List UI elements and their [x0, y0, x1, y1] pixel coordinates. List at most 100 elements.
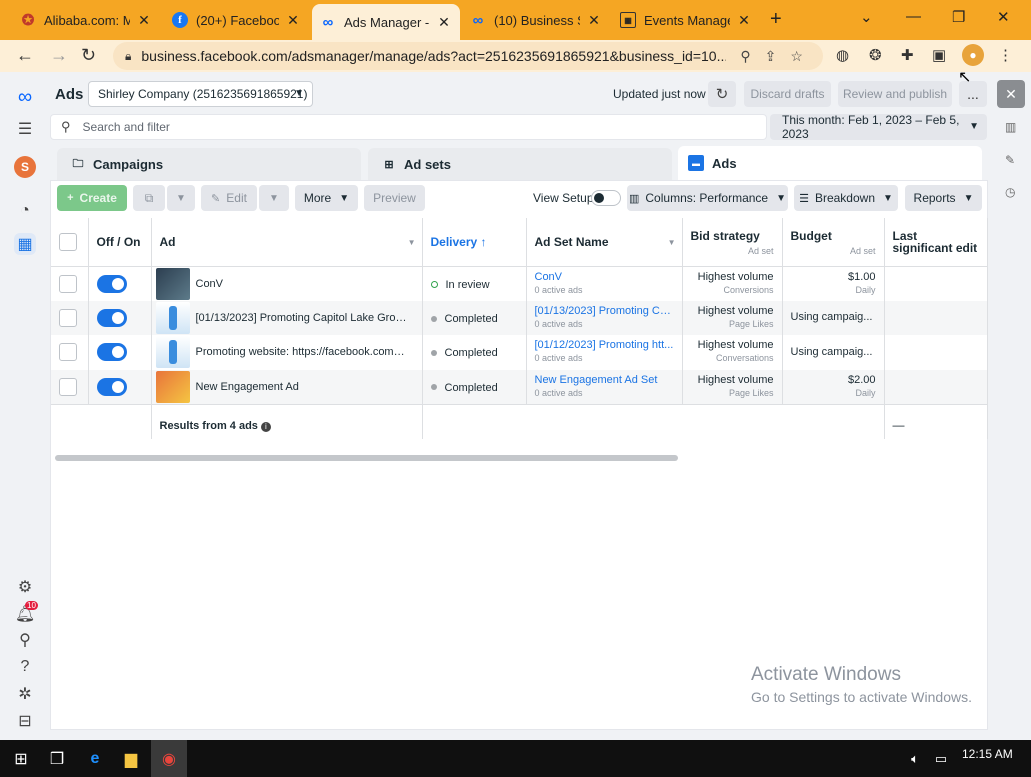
side-panel-icon[interactable]: ▣: [932, 46, 946, 64]
dashboard-icon[interactable]: ◔: [14, 200, 36, 222]
refresh-button[interactable]: ↻: [708, 81, 736, 107]
puzzle-icon[interactable]: ✚: [901, 46, 914, 64]
windows-start-icon[interactable]: ⊞: [9, 747, 33, 771]
profile-avatar-icon[interactable]: ●: [962, 44, 984, 66]
edge-browser-icon[interactable]: e: [83, 747, 107, 771]
task-view-icon[interactable]: ❒: [45, 747, 69, 771]
forward-icon[interactable]: →: [50, 45, 68, 66]
discard-drafts-button[interactable]: Discard drafts: [744, 81, 831, 107]
new-tab-icon[interactable]: +: [770, 8, 782, 31]
close-icon[interactable]: ✕: [285, 12, 301, 29]
row-checkbox[interactable]: [59, 343, 77, 362]
browser-tab-facebook[interactable]: f (20+) Facebook ✕: [164, 6, 309, 34]
ad-name[interactable]: [01/13/2023] Promoting Capitol Lake Groc…: [196, 312, 408, 324]
preview-button[interactable]: Preview: [364, 185, 425, 211]
breakdown-button[interactable]: ☰ Breakdown ▼: [794, 185, 898, 211]
browser-tab-events-manager[interactable]: ▦ Events Manager ✕: [612, 6, 760, 34]
row-checkbox[interactable]: [59, 377, 77, 396]
row-checkbox[interactable]: [59, 274, 77, 293]
extension-icon[interactable]: ◍: [836, 46, 849, 64]
back-icon[interactable]: ←: [16, 45, 34, 66]
chrome-taskbar-icon[interactable]: ◉: [157, 747, 181, 771]
table-row[interactable]: ConV In review ConV 0 active ads Highest …: [51, 266, 988, 301]
network-icon[interactable]: ▭: [929, 747, 953, 771]
date-range-picker[interactable]: This month: Feb 1, 2023 – Feb 5, 2023 ▼: [770, 113, 987, 141]
duplicate-button[interactable]: ⧉: [133, 185, 165, 211]
tab-ads[interactable]: ▬ Ads: [678, 146, 982, 180]
horizontal-scrollbar[interactable]: [55, 455, 678, 461]
close-panel-icon[interactable]: ✕: [997, 80, 1025, 108]
settings-gear-icon[interactable]: ⚙: [14, 576, 36, 598]
close-icon[interactable]: ✕: [736, 12, 752, 29]
chart-icon[interactable]: ▥: [1005, 120, 1016, 134]
ads-manager-table-icon[interactable]: ▦: [14, 233, 36, 255]
column-header-off-on[interactable]: Off / On: [88, 218, 152, 267]
address-bar[interactable]: 🔒︎ business.facebook.com/adsmanager/mana…: [113, 42, 823, 70]
ad-name[interactable]: Promoting website: https://facebook.com/…: [196, 346, 408, 358]
close-icon[interactable]: ✕: [436, 14, 452, 31]
table-row[interactable]: New Engagement Ad Completed New Engageme…: [51, 369, 988, 404]
reload-icon[interactable]: ↻: [81, 45, 96, 66]
menu-icon[interactable]: ☰: [14, 118, 36, 140]
ad-set-link[interactable]: ConV: [535, 271, 674, 284]
select-all-checkbox[interactable]: [59, 232, 77, 251]
search-filter-bar[interactable]: ⚲: [50, 114, 767, 140]
ad-on-off-toggle[interactable]: [96, 308, 127, 327]
ad-name[interactable]: ConV: [196, 278, 224, 290]
window-close-icon[interactable]: ✕: [997, 8, 1010, 26]
browser-tab-alibaba[interactable]: ✪ Alibaba.com: M ✕: [12, 6, 160, 34]
browser-tab-business-settings[interactable]: ∞ (10) Business Se ✕: [462, 6, 610, 34]
review-publish-button[interactable]: Review and publish: [838, 81, 952, 107]
tab-ad-sets[interactable]: ⊞ Ad sets: [368, 148, 672, 180]
close-icon[interactable]: ✕: [136, 12, 152, 29]
ad-account-selector[interactable]: Shirley Company (2516235691865921) ▼: [88, 81, 313, 107]
bookmark-star-icon[interactable]: ☆: [790, 48, 803, 65]
minimize-icon[interactable]: —: [906, 8, 921, 25]
share-icon[interactable]: ⇪: [765, 48, 777, 65]
ad-set-link[interactable]: [01/13/2023] Promoting Ca...: [535, 305, 674, 318]
column-header-ad-set-name[interactable]: Ad Set Name ▼: [526, 218, 683, 267]
ad-set-link[interactable]: New Engagement Ad Set: [535, 374, 674, 387]
ad-set-link[interactable]: [01/12/2023] Promoting htt...: [535, 339, 674, 352]
edit-dropdown-button[interactable]: ▼: [259, 185, 289, 211]
column-header-delivery[interactable]: Delivery ↑: [422, 218, 527, 267]
account-avatar[interactable]: S: [14, 156, 36, 178]
close-icon[interactable]: ✕: [586, 12, 602, 29]
help-icon[interactable]: ?: [14, 656, 36, 678]
chrome-menu-icon[interactable]: ⋮: [998, 46, 1013, 64]
browser-tab-ads-manager[interactable]: ∞ Ads Manager - I ✕: [312, 4, 460, 40]
create-button[interactable]: + Create: [57, 185, 127, 211]
table-row[interactable]: [01/13/2023] Promoting Capitol Lake Groc…: [51, 300, 988, 335]
cookie-extension-icon[interactable]: ❂: [869, 46, 882, 64]
edit-button[interactable]: ✎ Edit: [201, 185, 257, 211]
history-clock-icon[interactable]: ◷: [1005, 185, 1015, 199]
pencil-icon[interactable]: ✎: [1005, 153, 1015, 167]
search-input[interactable]: [82, 120, 723, 134]
tab-search-chevron-icon[interactable]: ⌄: [860, 8, 873, 26]
column-header-budget[interactable]: Budget Ad set: [782, 218, 885, 267]
row-checkbox[interactable]: [59, 308, 77, 327]
bug-report-icon[interactable]: ✲: [14, 683, 36, 705]
zoom-icon[interactable]: ⚲: [740, 48, 750, 65]
volume-muted-icon[interactable]: 🔈︎: [903, 747, 927, 771]
meta-logo-icon[interactable]: ∞: [14, 86, 36, 108]
info-icon[interactable]: i: [260, 421, 271, 432]
tab-campaigns[interactable]: 🗀︎ Campaigns: [57, 148, 361, 180]
table-row[interactable]: Promoting website: https://facebook.com/…: [51, 335, 988, 370]
ad-on-off-toggle[interactable]: [96, 377, 127, 396]
view-setup-toggle[interactable]: [591, 190, 621, 206]
column-header-ad[interactable]: Ad ▼: [151, 218, 423, 267]
column-header-bid-strategy[interactable]: Bid strategy Ad set: [682, 218, 783, 267]
columns-button[interactable]: ▥ Columns: Performance ▼: [627, 185, 788, 211]
column-header-last-edit[interactable]: Last significant edit: [884, 218, 988, 267]
search-icon[interactable]: ⚲: [14, 629, 36, 651]
more-button[interactable]: More ▼: [295, 185, 358, 211]
restore-icon[interactable]: ❐: [952, 8, 965, 26]
ad-on-off-toggle[interactable]: [96, 274, 127, 293]
ad-name[interactable]: New Engagement Ad: [196, 381, 299, 393]
reports-button[interactable]: Reports ▼: [905, 185, 982, 211]
duplicate-dropdown-button[interactable]: ▼: [167, 185, 195, 211]
ad-on-off-toggle[interactable]: [96, 343, 127, 362]
file-explorer-icon[interactable]: ▆: [119, 747, 143, 771]
collapse-panel-icon[interactable]: ⊟: [14, 710, 36, 732]
